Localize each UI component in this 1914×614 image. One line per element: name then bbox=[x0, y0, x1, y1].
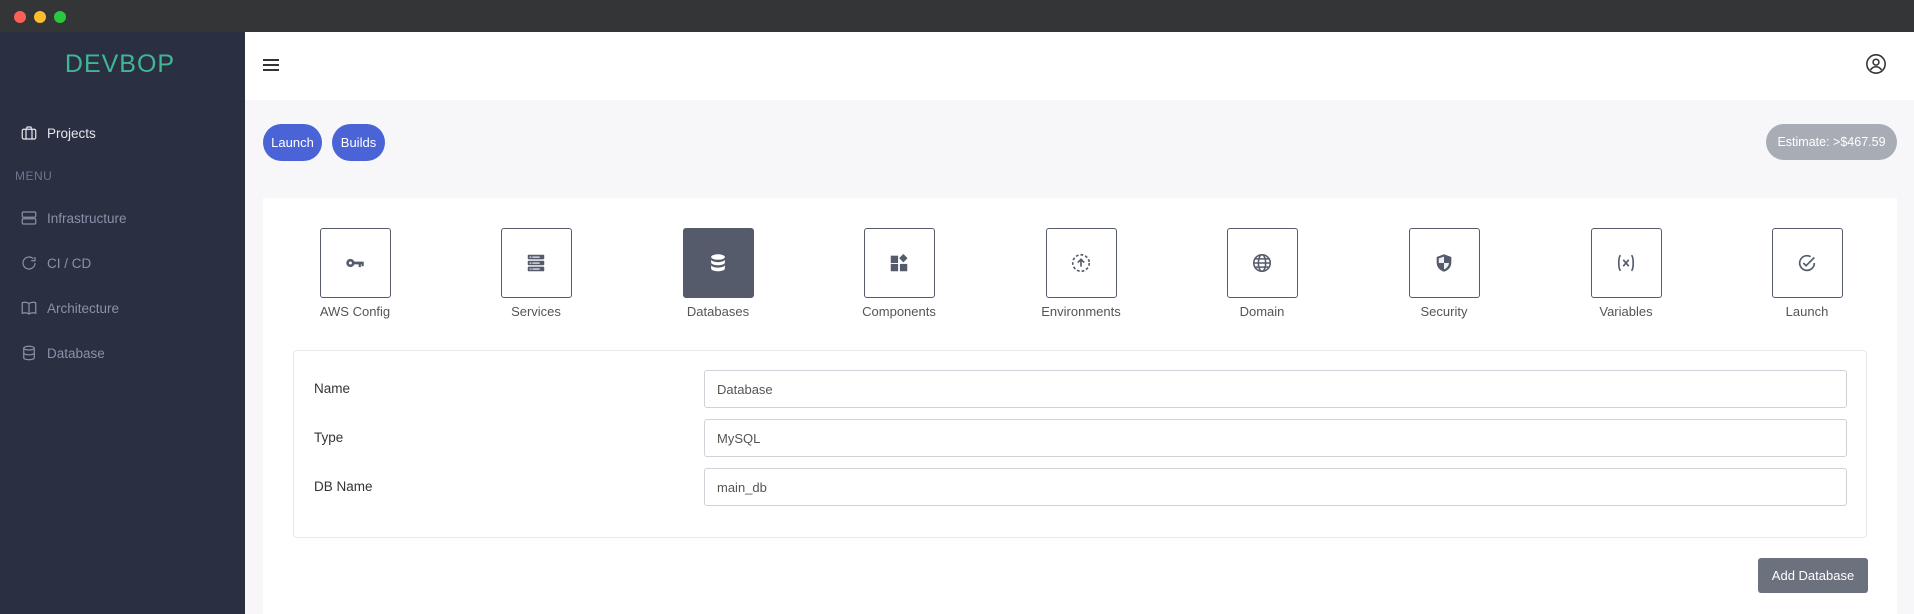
step-label: Variables bbox=[1599, 304, 1653, 319]
step-box[interactable] bbox=[682, 228, 754, 298]
brand-logo[interactable]: DEVBOP bbox=[0, 50, 240, 79]
user-account-icon[interactable] bbox=[1865, 53, 1887, 75]
maximize-window-button[interactable] bbox=[54, 11, 66, 23]
form-row-name: Name bbox=[294, 370, 1866, 408]
server-icon bbox=[21, 211, 37, 225]
step-box[interactable] bbox=[1226, 228, 1298, 298]
check-circle-icon bbox=[1798, 254, 1816, 272]
server-stack-icon bbox=[527, 254, 545, 272]
briefcase-icon bbox=[21, 126, 37, 140]
globe-icon bbox=[1252, 253, 1272, 273]
close-window-button[interactable] bbox=[14, 11, 26, 23]
step-label: Domain bbox=[1239, 304, 1285, 319]
step-aws-config[interactable]: AWS Config bbox=[319, 228, 391, 319]
shield-icon bbox=[1436, 254, 1452, 272]
step-services[interactable]: Services bbox=[500, 228, 572, 319]
step-variables[interactable]: Variables bbox=[1590, 228, 1662, 319]
step-label: AWS Config bbox=[319, 304, 391, 319]
db-name-label: DB Name bbox=[314, 479, 373, 494]
step-box[interactable] bbox=[1408, 228, 1480, 298]
refresh-icon bbox=[22, 256, 36, 270]
top-bar bbox=[245, 32, 1914, 100]
sidebar-item-label: Infrastructure bbox=[47, 210, 127, 226]
step-box[interactable] bbox=[863, 228, 935, 298]
sidebar: DEVBOP Projects MENU Infrastructure CI /… bbox=[0, 32, 245, 614]
step-label: Environments bbox=[1041, 304, 1121, 319]
database-wizard-card: AWS Config Services Databases Components… bbox=[263, 198, 1897, 614]
database-icon bbox=[23, 345, 35, 361]
sidebar-item-label: Database bbox=[47, 345, 105, 361]
sidebar-item-architecture[interactable]: Architecture bbox=[20, 297, 119, 319]
database-icon bbox=[711, 254, 725, 272]
book-icon bbox=[21, 301, 37, 315]
db-name-input[interactable] bbox=[704, 468, 1847, 506]
sidebar-item-infrastructure[interactable]: Infrastructure bbox=[20, 207, 127, 229]
components-icon bbox=[890, 253, 908, 272]
sidebar-item-database[interactable]: Database bbox=[20, 342, 105, 364]
type-label: Type bbox=[314, 430, 344, 445]
window-titlebar bbox=[0, 0, 1914, 32]
step-launch[interactable]: Launch bbox=[1771, 228, 1843, 319]
step-components[interactable]: Components bbox=[862, 228, 936, 319]
step-security[interactable]: Security bbox=[1408, 228, 1480, 319]
sidebar-item-label: CI / CD bbox=[47, 255, 92, 271]
variable-icon bbox=[1617, 254, 1635, 272]
step-domain[interactable]: Domain bbox=[1226, 228, 1298, 319]
database-form: Name Type DB Name bbox=[293, 350, 1867, 538]
step-box[interactable] bbox=[1045, 228, 1117, 298]
step-environments[interactable]: Environments bbox=[1041, 228, 1121, 319]
step-label: Databases bbox=[686, 304, 750, 319]
minimize-window-button[interactable] bbox=[34, 11, 46, 23]
menu-heading: MENU bbox=[15, 169, 53, 183]
launch-button[interactable]: Launch bbox=[263, 124, 322, 161]
estimate-badge: Estimate: >$467.59 bbox=[1766, 124, 1897, 160]
step-box[interactable] bbox=[319, 228, 391, 298]
builds-button[interactable]: Builds bbox=[332, 124, 385, 161]
form-row-type: Type bbox=[294, 419, 1866, 457]
step-label: Components bbox=[862, 304, 936, 319]
type-input[interactable] bbox=[704, 419, 1847, 457]
hamburger-menu-icon[interactable] bbox=[263, 56, 279, 74]
step-label: Security bbox=[1420, 304, 1468, 319]
upload-circle-icon bbox=[1071, 253, 1091, 273]
step-label: Launch bbox=[1785, 304, 1829, 319]
name-input[interactable] bbox=[704, 370, 1847, 408]
step-label: Services bbox=[511, 304, 561, 319]
sidebar-item-ci-cd[interactable]: CI / CD bbox=[20, 252, 91, 274]
step-box[interactable] bbox=[1771, 228, 1843, 298]
step-databases[interactable]: Databases bbox=[682, 228, 754, 319]
sidebar-item-projects[interactable]: Projects bbox=[20, 122, 96, 144]
sidebar-item-label: Architecture bbox=[47, 300, 120, 316]
step-box[interactable] bbox=[1590, 228, 1662, 298]
step-box[interactable] bbox=[500, 228, 572, 298]
form-row-db-name: DB Name bbox=[294, 468, 1866, 506]
add-database-button[interactable]: Add Database bbox=[1758, 558, 1868, 593]
key-icon bbox=[346, 258, 364, 268]
sidebar-item-label: Projects bbox=[47, 125, 96, 141]
name-label: Name bbox=[314, 381, 351, 396]
